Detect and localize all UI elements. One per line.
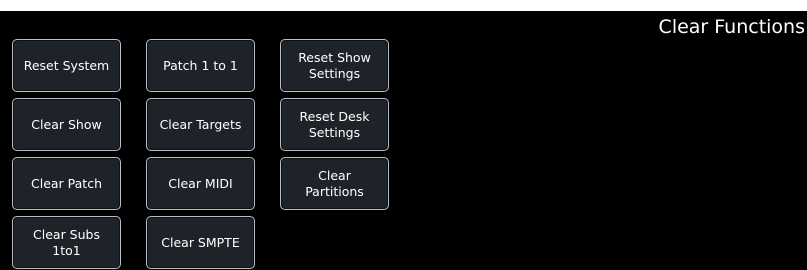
reset-desk-settings-button[interactable]: Reset Desk Settings [280, 98, 389, 151]
clear-subs-1to1-button[interactable]: Clear Subs 1to1 [12, 216, 121, 269]
clear-midi-button[interactable]: Clear MIDI [146, 157, 255, 210]
clear-show-button[interactable]: Clear Show [12, 98, 121, 151]
clear-midi-label: Clear MIDI [168, 175, 233, 191]
clear-targets-button[interactable]: Clear Targets [146, 98, 255, 151]
reset-show-settings-label: Reset Show Settings [298, 49, 371, 81]
clear-patch-button[interactable]: Clear Patch [12, 157, 121, 210]
patch-1-to-1-label: Patch 1 to 1 [163, 57, 238, 73]
clear-targets-label: Clear Targets [159, 116, 242, 132]
clear-smpte-label: Clear SMPTE [161, 234, 240, 250]
reset-system-button[interactable]: Reset System [12, 39, 121, 92]
clear-subs-1to1-label: Clear Subs 1to1 [33, 226, 100, 258]
reset-system-label: Reset System [23, 57, 110, 73]
reset-show-settings-button[interactable]: Reset Show Settings [280, 39, 389, 92]
panel-title: Clear Functions [658, 16, 805, 38]
clear-functions-grid: Reset System Clear Show Clear Patch Clea… [12, 39, 389, 269]
patch-1-to-1-button[interactable]: Patch 1 to 1 [146, 39, 255, 92]
clear-show-label: Clear Show [31, 116, 102, 132]
clear-patch-label: Clear Patch [31, 175, 102, 191]
clear-partitions-label: Clear Partitions [305, 167, 364, 199]
top-rule [0, 0, 807, 11]
clear-smpte-button[interactable]: Clear SMPTE [146, 216, 255, 269]
clear-partitions-button[interactable]: Clear Partitions [280, 157, 389, 210]
reset-desk-settings-label: Reset Desk Settings [299, 108, 370, 140]
